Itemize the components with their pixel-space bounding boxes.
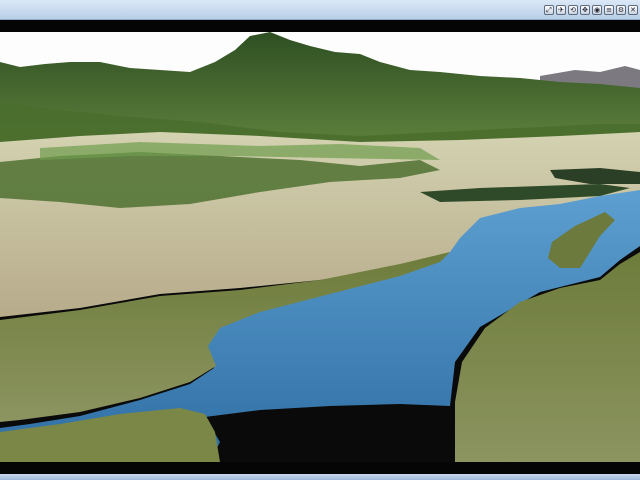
zoom-fit-icon: ⤢ [546,6,552,14]
layers-button[interactable]: ≡ [604,5,614,15]
capture-button[interactable]: ◉ [592,5,602,15]
terrain-scene [0,32,640,462]
pan-button[interactable]: ✥ [580,5,590,15]
fly-button[interactable]: ✈ [556,5,566,15]
fly-icon: ✈ [558,6,564,14]
letterbox-bottom [0,462,640,474]
letterbox-top [0,20,640,32]
zoom-fit-button[interactable]: ⤢ [544,5,554,15]
camera-icon: ◉ [593,6,601,14]
status-bar [0,474,640,480]
pan-icon: ✥ [582,6,588,14]
view-toolbar: ⤢ ✈ ⟲ ✥ ◉ ≡ ⚙ ✕ [544,5,638,15]
close-icon: ✕ [630,6,636,14]
terrain-3d-viewport[interactable] [0,32,640,462]
settings-button[interactable]: ⚙ [616,5,626,15]
layers-icon: ≡ [606,6,612,14]
orbit-icon: ⟲ [570,6,576,14]
orbit-button[interactable]: ⟲ [568,5,578,15]
gear-icon: ⚙ [617,6,625,14]
close-button[interactable]: ✕ [628,5,638,15]
window-titlebar: ⤢ ✈ ⟲ ✥ ◉ ≡ ⚙ ✕ [0,0,640,20]
